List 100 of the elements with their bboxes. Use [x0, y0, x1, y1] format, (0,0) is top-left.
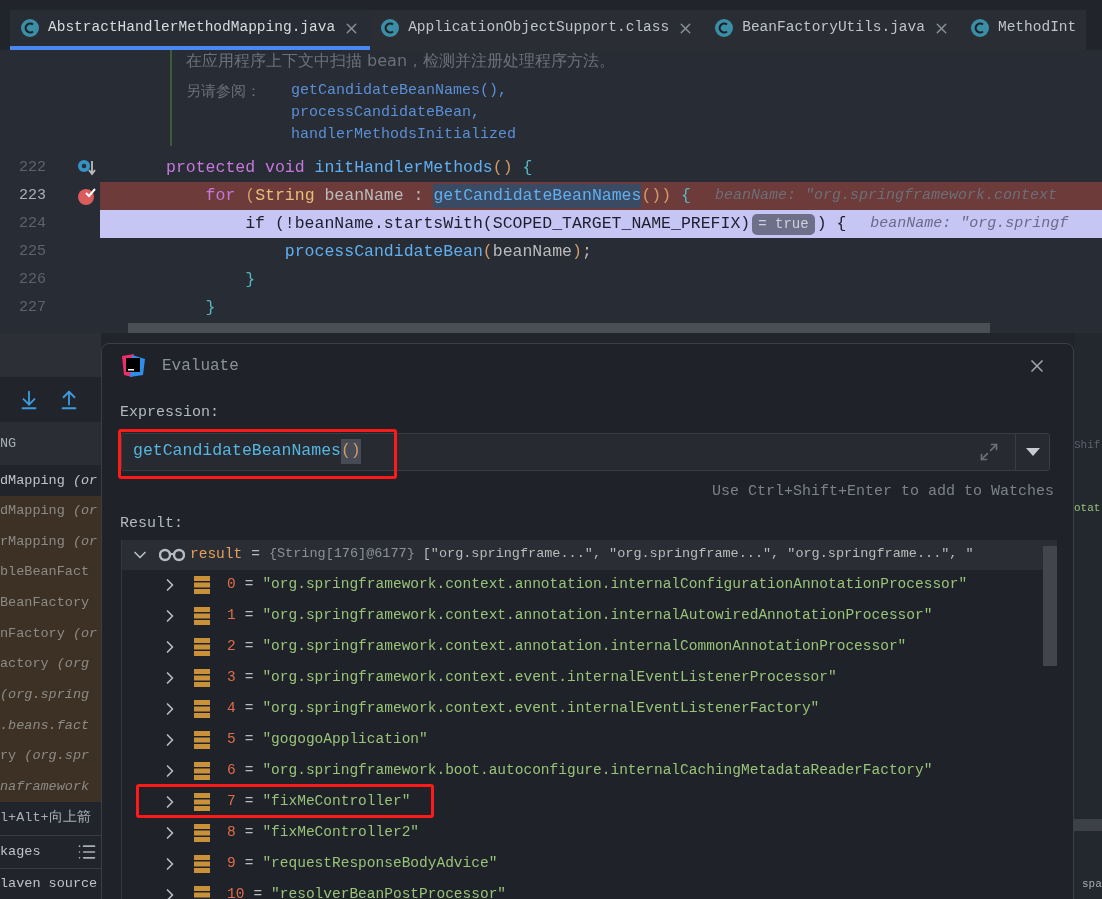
stack-frame[interactable]: bleBeanFact	[0, 557, 101, 588]
array-index: 2	[227, 637, 236, 657]
array-item-icon	[194, 576, 210, 594]
stack-frame[interactable]: BeanFactory	[0, 587, 101, 619]
class-file-icon	[380, 18, 401, 38]
array-index: 9	[227, 854, 236, 874]
stack-frame[interactable]: nFactory (or	[0, 618, 101, 650]
array-index: 1	[227, 606, 236, 626]
array-index: 8	[227, 823, 236, 843]
equals-sign: =	[244, 730, 254, 750]
equals-sign: =	[244, 668, 254, 688]
code-token: if (!beanName.startsWith(SCOPED_TARGET_NAME_PREFIX)	[244, 212, 751, 235]
code-token: ;	[581, 240, 592, 263]
horizontal-scrollbar[interactable]	[128, 323, 990, 333]
array-value: "requestResponseBodyAdvice"	[262, 854, 498, 874]
code-token: }	[204, 296, 216, 319]
expression-label: Expression:	[120, 403, 221, 423]
horizontal-scrollbar[interactable]	[1074, 819, 1102, 831]
editor-tab[interactable]: ApplicationObjectSupport.class	[370, 10, 705, 50]
array-index: 3	[227, 668, 236, 688]
array-value: "resolverBeanPostProcessor"	[271, 885, 507, 899]
code-token: {	[680, 184, 691, 207]
array-item-icon	[194, 824, 210, 842]
editor-tab[interactable]: BeanFactoryUtils.java	[704, 10, 960, 50]
code-token: processCandidateBean	[283, 240, 483, 263]
inline-value-hint: beanName: "org.springf	[870, 213, 1069, 234]
code-token: beanName :	[323, 184, 424, 207]
array-index: 5	[227, 730, 236, 750]
equals-sign: =	[253, 885, 263, 899]
code-token: (	[244, 184, 256, 207]
array-index: 7	[227, 792, 236, 812]
array-value: "fixMeController"	[262, 792, 411, 812]
packages-tab[interactable]: kages	[0, 842, 41, 863]
class-file-icon	[714, 18, 735, 38]
array-index: 10	[227, 885, 245, 899]
equals-sign: =	[244, 761, 254, 781]
stack-frame[interactable]: actory (org	[0, 649, 101, 680]
array-value: "org.springframework.context.annotation.internalAutowiredAnnotationProcessor"	[262, 606, 933, 626]
doc-link[interactable]: processCandidateBean,	[291, 102, 517, 124]
code-token: getCandidateBeanNames	[433, 183, 642, 209]
field-fragment: Shif	[1074, 437, 1101, 453]
equals-sign: =	[244, 699, 254, 719]
stack-frame[interactable]: .beans.fact	[0, 710, 101, 741]
equals-sign: =	[244, 575, 254, 595]
value-fragment: otat	[1074, 500, 1101, 516]
stack-frame[interactable]: (org.spring	[0, 679, 101, 711]
watches-hint: Use Ctrl+Shift+Enter to add to Watches	[711, 481, 1054, 502]
stack-frame[interactable]: rMapping (or	[0, 526, 101, 558]
array-index: 6	[227, 761, 236, 781]
equals-sign: =	[244, 606, 254, 626]
inline-value-hint: beanName: "org.springframework.context	[714, 185, 1057, 206]
equals-sign: =	[244, 854, 254, 874]
array-item-icon	[194, 607, 210, 625]
code-token: for	[204, 184, 236, 207]
array-value: "fixMeController2"	[262, 823, 420, 843]
code-token: beanName	[492, 240, 572, 263]
stack-frame[interactable]: ry (org.spr	[0, 741, 101, 772]
doc-link[interactable]: getCandidateBeanNames(),	[291, 80, 517, 102]
editor-tab[interactable]: MethodInt	[959, 10, 1087, 50]
array-value: "org.springframework.boot.autoconfigure.internalCachingMetadataReaderFactory"	[262, 761, 933, 781]
array-item-icon	[194, 669, 210, 687]
array-index: 4	[227, 699, 236, 719]
line-number: 222	[18, 157, 46, 178]
app-logo-icon	[120, 353, 146, 379]
array-item-icon	[194, 762, 210, 780]
code-token: protected void	[166, 156, 305, 179]
equals-sign: =	[244, 637, 254, 657]
code-token: {	[521, 156, 533, 179]
shortcut-hint: l+Alt+向上箭	[0, 808, 91, 828]
array-value: "org.springframework.context.event.internalEventListenerFactory"	[262, 699, 820, 719]
line-number: 225	[18, 241, 46, 262]
editor-tab[interactable]: AbstractHandlerMethodMapping.java	[10, 10, 371, 50]
result-label: Result:	[120, 514, 184, 534]
class-file-icon	[20, 18, 40, 38]
code-token: initHandlerMethods	[313, 156, 493, 179]
array-item-icon	[194, 855, 210, 873]
column-header: NG	[0, 434, 17, 453]
array-item-icon	[194, 886, 210, 899]
variable-name: result	[190, 544, 243, 564]
inline-value-badge: = true	[752, 213, 815, 235]
stack-frame[interactable]: naframework	[0, 771, 101, 803]
tree-row[interactable]: result = {String[176]@6177} ["org.springframe...", "org.springframe...", "org.springframe...", "	[122, 539, 1057, 570]
vertical-scrollbar[interactable]	[1043, 545, 1057, 666]
array-value: "org.springframework.context.event.internalEventListenerProcessor"	[262, 668, 837, 688]
stack-frame[interactable]: dMapping (or	[0, 496, 101, 527]
watch-glasses-icon	[159, 547, 185, 562]
code-token: ) {	[816, 212, 847, 235]
doc-link[interactable]: handlerMethodsInitialized	[291, 124, 517, 146]
maven-source-label: laven source	[0, 875, 98, 894]
equals-sign: =	[244, 792, 254, 812]
tab-fragment: spa	[1082, 876, 1102, 892]
see-also-label: 另请参阅：	[186, 81, 262, 102]
equals-sign: =	[244, 823, 254, 843]
array-value: "gogogoApplication"	[262, 730, 428, 750]
code-token: ()	[492, 156, 513, 179]
dropdown-arrow-icon	[1025, 447, 1040, 456]
line-number: 226	[18, 269, 46, 290]
class-file-icon	[969, 18, 990, 38]
code-token: ())	[641, 184, 672, 207]
line-number: 227	[18, 297, 46, 318]
